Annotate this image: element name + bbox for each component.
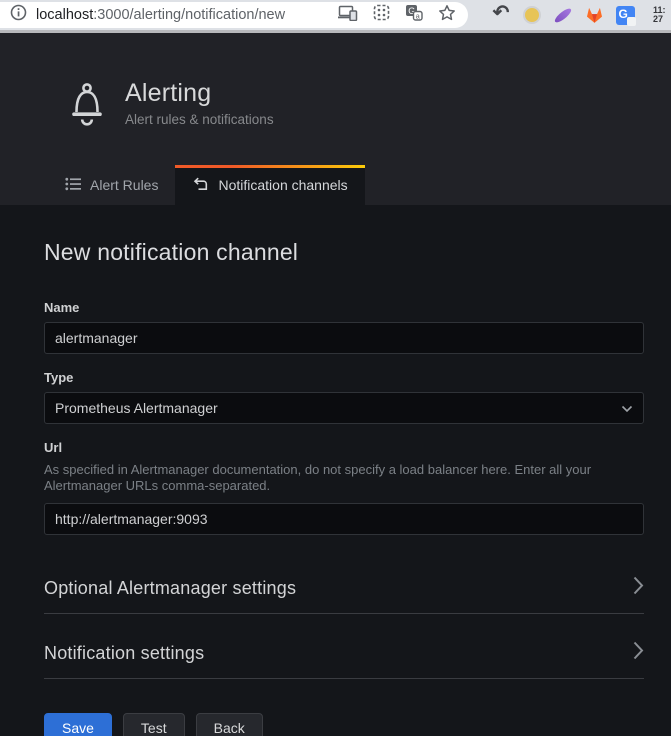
translate-extension-icon[interactable]: G xyxy=(614,4,636,26)
tab-label: Alert Rules xyxy=(90,177,158,193)
gitlab-extension-icon[interactable] xyxy=(583,4,605,26)
name-label: Name xyxy=(44,300,644,315)
type-label: Type xyxy=(44,370,644,385)
button-row: Save Test Back xyxy=(44,713,644,736)
section-optional-alertmanager-settings[interactable]: Optional Alertmanager settings xyxy=(44,576,644,613)
divider xyxy=(44,613,644,614)
tab-notification-channels[interactable]: Notification channels xyxy=(175,165,364,205)
url-field: Url As specified in Alertmanager documen… xyxy=(44,440,644,535)
url-text[interactable]: localhost:3000/alerting/notification/new xyxy=(36,7,330,23)
page-header-main: Alerting Alert rules & notifications xyxy=(0,33,671,165)
page-title: Alerting xyxy=(125,79,274,108)
yellow-circle-extension-icon[interactable] xyxy=(521,4,543,26)
feather-extension-icon[interactable] xyxy=(552,4,574,26)
test-button[interactable]: Test xyxy=(123,713,185,736)
undo-arrow-extension-icon[interactable]: ↶ xyxy=(490,4,512,26)
extension-area: ↶ G 11: 27 xyxy=(490,4,668,26)
tabbar: Alert Rules Notification channels xyxy=(0,165,671,205)
type-select-value: Prometheus Alertmanager xyxy=(55,400,218,416)
send-to-devices-icon[interactable] xyxy=(338,5,358,26)
qr-grid-icon[interactable] xyxy=(373,4,390,26)
url-label: Url xyxy=(44,440,644,455)
chevron-down-icon xyxy=(621,400,633,416)
section-title: Notification settings xyxy=(44,643,204,664)
bell-icon xyxy=(70,80,104,135)
bookmark-star-icon[interactable] xyxy=(438,4,456,27)
save-button[interactable]: Save xyxy=(44,713,112,736)
back-button[interactable]: Back xyxy=(196,713,263,736)
page-header: Alerting Alert rules & notifications Ale… xyxy=(0,33,671,205)
main-heading: New notification channel xyxy=(44,239,644,266)
divider xyxy=(44,678,644,679)
translate-icon[interactable]: Ga xyxy=(405,4,423,26)
url-input[interactable] xyxy=(44,503,644,535)
title-block: Alerting Alert rules & notifications xyxy=(125,79,274,127)
tab-label: Notification channels xyxy=(218,177,347,193)
browser-toolbar: localhost:3000/alerting/notification/new… xyxy=(0,0,671,30)
section-title: Optional Alertmanager settings xyxy=(44,578,296,599)
name-field: Name xyxy=(44,300,644,354)
page-body: New notification channel Name Type Prome… xyxy=(0,205,671,736)
tab-alert-rules[interactable]: Alert Rules xyxy=(48,165,175,205)
info-icon[interactable] xyxy=(10,4,27,26)
chevron-right-icon xyxy=(633,576,644,600)
chevron-right-icon xyxy=(633,641,644,665)
url-host: localhost xyxy=(36,7,93,23)
page-subtitle: Alert rules & notifications xyxy=(125,112,274,127)
share-arrow-icon xyxy=(192,176,209,195)
url-path: :3000/alerting/notification/new xyxy=(93,7,285,23)
address-bar-actions: Ga xyxy=(338,4,456,27)
name-input[interactable] xyxy=(44,322,644,354)
type-field: Type Prometheus Alertmanager xyxy=(44,370,644,424)
url-description: As specified in Alertmanager documentati… xyxy=(44,462,592,494)
screen: localhost:3000/alerting/notification/new… xyxy=(0,0,671,736)
address-bar[interactable]: localhost:3000/alerting/notification/new… xyxy=(0,2,468,28)
clock: 11: 27 xyxy=(653,6,668,25)
section-notification-settings[interactable]: Notification settings xyxy=(44,641,644,678)
list-icon xyxy=(65,177,81,194)
type-select[interactable]: Prometheus Alertmanager xyxy=(44,392,644,424)
